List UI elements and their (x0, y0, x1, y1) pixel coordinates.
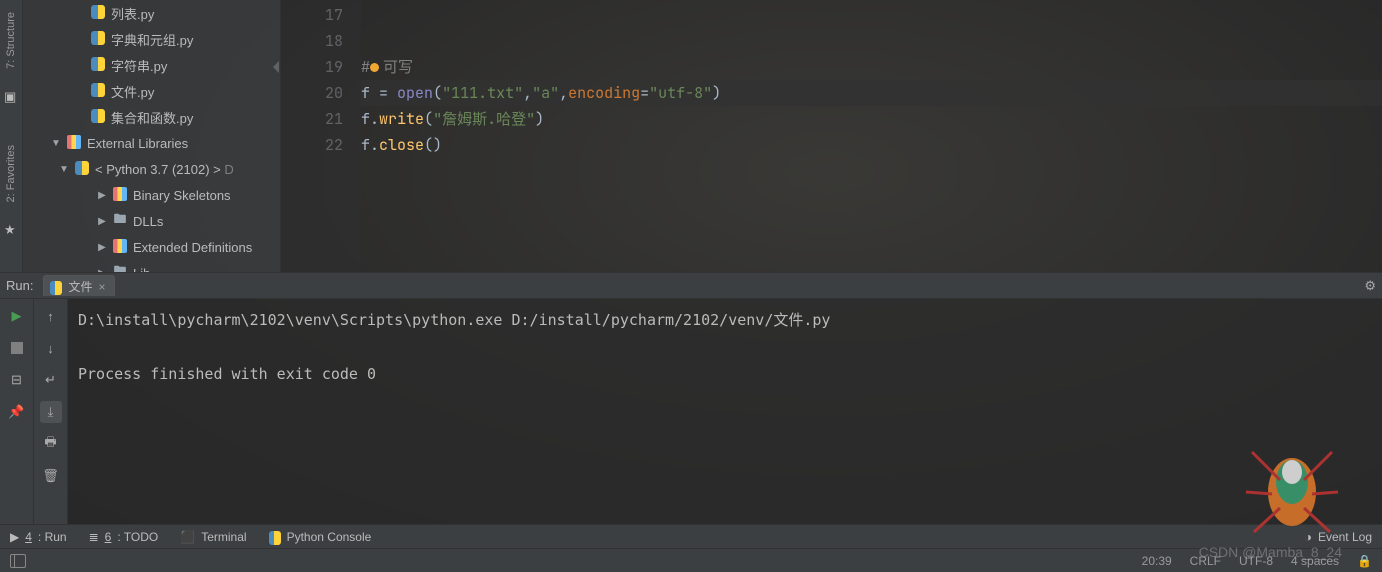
star-icon: ★ (4, 222, 18, 236)
chevron-right-icon[interactable] (93, 216, 111, 227)
code-area[interactable]: #可写 f = open("111.txt","a",encoding="utf… (361, 0, 1382, 272)
console-output[interactable]: D:\install\pycharm\2102\venv\Scripts\pyt… (68, 299, 1382, 524)
python-file-icon (50, 281, 62, 293)
libraries-icon (67, 135, 81, 149)
line-number: 20 (281, 80, 343, 106)
python-icon (269, 531, 281, 543)
soft-wrap-button[interactable]: ↵ (40, 369, 62, 391)
tree-file[interactable]: 列表.py (23, 0, 280, 26)
lib-node[interactable]: 🖿DLLs (23, 208, 280, 234)
status-indent[interactable]: 4 spaces (1291, 554, 1339, 568)
pin-button[interactable]: 📌 (6, 401, 28, 423)
print-button[interactable]: 🖶 (40, 433, 62, 455)
status-bar: 20:39 CRLF UTF-8 4 spaces 🔒 (0, 548, 1382, 572)
down-button[interactable]: ↓ (40, 337, 62, 359)
run-toolwindow-button[interactable]: ▶4: Run (10, 530, 67, 544)
run-header: Run: 文件 × ⚙ (0, 273, 1382, 299)
structure-icon: ▣ (4, 89, 18, 103)
rerun-button[interactable]: ▶ (6, 305, 28, 327)
status-time: 20:39 (1142, 554, 1172, 568)
lib-node[interactable]: 🖿Lib (23, 260, 280, 272)
line-number: 17 (281, 2, 343, 28)
line-number: 18 (281, 28, 343, 54)
terminal-toolwindow-button[interactable]: ⬛Terminal (180, 530, 246, 544)
stop-button[interactable] (6, 337, 28, 359)
project-sidebar: 列表.py 字典和元组.py 字符串.py 文件.py 集合和函数.py Ext… (23, 0, 281, 272)
line-number: 19 (281, 54, 343, 80)
scroll-to-end-button[interactable]: ⤓ (40, 401, 62, 423)
chevron-right-icon[interactable] (93, 190, 111, 201)
editor-gutter: 17 18 19 20 21 22 (281, 0, 361, 272)
run-tool-window: Run: 文件 × ⚙ ▶ ⊟ 📌 ↑ ↓ ↵ ⤓ 🖶 🗑 (0, 272, 1382, 524)
chevron-down-icon[interactable] (55, 164, 73, 175)
code-line[interactable]: #可写 (361, 54, 1382, 80)
python-file-icon (91, 5, 105, 19)
line-number: 21 (281, 106, 343, 132)
up-button[interactable]: ↑ (40, 305, 62, 327)
status-eol[interactable]: CRLF (1190, 554, 1221, 568)
libraries-icon (113, 187, 127, 201)
external-libraries-node[interactable]: External Libraries (23, 130, 280, 156)
line-number: 22 (281, 132, 343, 158)
lock-icon[interactable]: 🔒 (1357, 554, 1372, 568)
status-encoding[interactable]: UTF-8 (1239, 554, 1273, 568)
folder-icon: 🖿 (111, 210, 129, 232)
run-title: Run: (6, 278, 33, 293)
code-line[interactable] (361, 28, 1382, 54)
console-line: D:\install\pycharm\2102\venv\Scripts\pyt… (78, 307, 1372, 334)
tree-file[interactable]: 字符串.py (23, 52, 280, 78)
todo-toolwindow-button[interactable]: ≣6: TODO (89, 530, 159, 544)
chevron-right-icon[interactable] (93, 242, 111, 253)
chevron-down-icon[interactable] (47, 138, 65, 149)
tree-file[interactable]: 文件.py (23, 78, 280, 104)
run-toolbar-primary: ▶ ⊟ 📌 (0, 299, 34, 524)
bulb-icon[interactable] (370, 63, 379, 72)
tree-file[interactable]: 字典和元组.py (23, 26, 280, 52)
trash-button[interactable]: 🗑 (40, 465, 62, 487)
python-console-button[interactable]: Python Console (269, 530, 372, 544)
structure-tool-button[interactable]: 7: Structure (5, 0, 17, 81)
run-tab-label: 文件 (68, 278, 92, 295)
code-line[interactable]: f = open("111.txt","a",encoding="utf-8") (361, 80, 1382, 106)
close-icon[interactable]: × (98, 280, 105, 294)
code-line[interactable]: f.close() (361, 132, 1382, 158)
tree-file[interactable]: 集合和函数.py (23, 104, 280, 130)
python-file-icon (91, 31, 105, 45)
console-line: Process finished with exit code 0 (78, 361, 1372, 388)
code-line[interactable] (361, 2, 1382, 28)
favorites-tool-button[interactable]: 2: Favorites (5, 133, 17, 214)
python-file-icon (91, 109, 105, 123)
folder-icon: 🖿 (111, 262, 129, 272)
run-tab[interactable]: 文件 × (43, 275, 114, 296)
toolwindows-toggle[interactable] (10, 554, 26, 568)
lib-node[interactable]: Extended Definitions (23, 234, 280, 260)
lib-node[interactable]: Binary Skeletons (23, 182, 280, 208)
event-log-button[interactable]: ◑Event Log (1305, 530, 1372, 544)
python-file-icon (91, 83, 105, 97)
code-line[interactable]: f.write("詹姆斯.哈登") (361, 106, 1382, 132)
bottom-toolbar: ▶4: Run ≣6: TODO ⬛Terminal Python Consol… (0, 524, 1382, 548)
code-editor[interactable]: 17 18 19 20 21 22 #可写 f = open("111.txt"… (281, 0, 1382, 272)
layout-button[interactable]: ⊟ (6, 369, 28, 391)
python-env-node[interactable]: < Python 3.7 (2102) > D (23, 156, 280, 182)
run-toolbar-secondary: ↑ ↓ ↵ ⤓ 🖶 🗑 (34, 299, 68, 524)
libraries-icon (113, 239, 127, 253)
python-icon (75, 161, 89, 175)
python-file-icon (91, 57, 105, 71)
gear-icon[interactable]: ⚙ (1364, 278, 1376, 294)
